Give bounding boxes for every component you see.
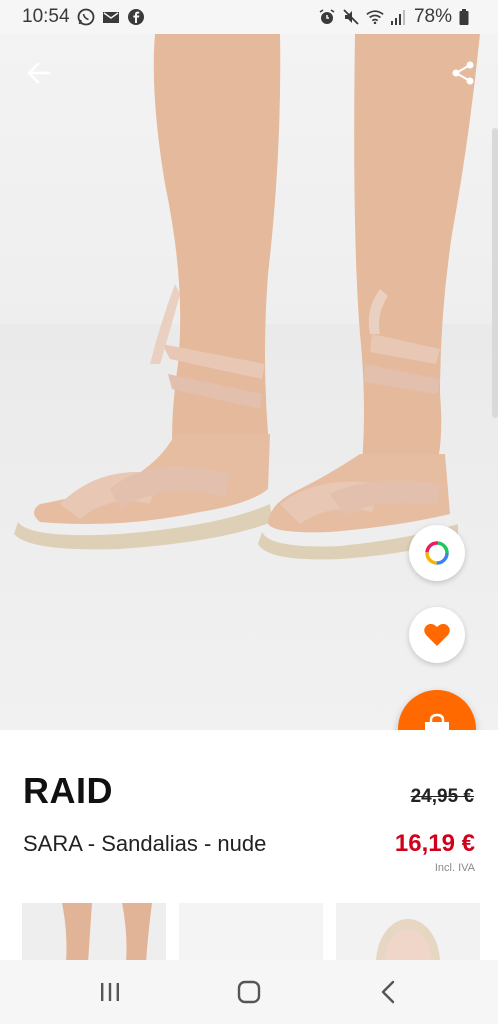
status-bar: 10:54 78% — [0, 0, 498, 34]
product-info: RAID 24,95 € SARA - Sandalias - nude 16,… — [0, 730, 498, 963]
scroll-indicator[interactable] — [492, 128, 498, 418]
battery-percent: 78% — [413, 6, 452, 27]
system-nav-bar — [0, 960, 498, 1024]
arrow-left-icon — [27, 62, 51, 84]
facebook-icon — [127, 8, 145, 26]
thumbnail-sandal-image — [336, 903, 480, 963]
system-back-button[interactable] — [358, 972, 418, 1012]
thumbnail-strip — [22, 903, 480, 963]
thumbnail-3[interactable] — [336, 903, 480, 963]
thumbnail-2[interactable] — [179, 903, 323, 963]
home-button[interactable] — [219, 972, 279, 1012]
recent-apps-button[interactable] — [80, 972, 140, 1012]
alarm-icon — [318, 8, 336, 26]
heart-icon — [424, 623, 450, 646]
chevron-left-icon — [382, 980, 395, 1004]
sale-price: 16,19 € — [394, 830, 475, 857]
wifi-icon — [366, 8, 384, 26]
back-button[interactable] — [22, 56, 56, 90]
status-left: 10:54 — [22, 6, 145, 28]
mute-icon — [342, 8, 360, 26]
share-icon — [452, 61, 474, 85]
home-icon — [237, 980, 261, 1004]
vat-note: Incl. IVA — [434, 862, 475, 874]
color-ring-icon — [425, 541, 449, 565]
recent-apps-icon — [100, 983, 119, 1001]
mail-icon — [102, 8, 120, 26]
similar-items-button[interactable] — [409, 525, 465, 581]
thumbnail-1[interactable] — [22, 903, 166, 963]
original-price: 24,95 € — [410, 786, 474, 807]
status-right: 78% — [318, 6, 476, 28]
wishlist-button[interactable] — [409, 607, 465, 663]
battery-icon — [458, 8, 476, 26]
brand-name[interactable]: RAID — [23, 770, 113, 812]
signal-icon — [390, 8, 408, 26]
share-button[interactable] — [446, 56, 480, 90]
thumbnail-legs-image — [22, 903, 166, 963]
whatsapp-icon — [77, 8, 95, 26]
product-name: SARA - Sandalias - nude — [23, 831, 267, 856]
status-time: 10:54 — [22, 6, 70, 27]
